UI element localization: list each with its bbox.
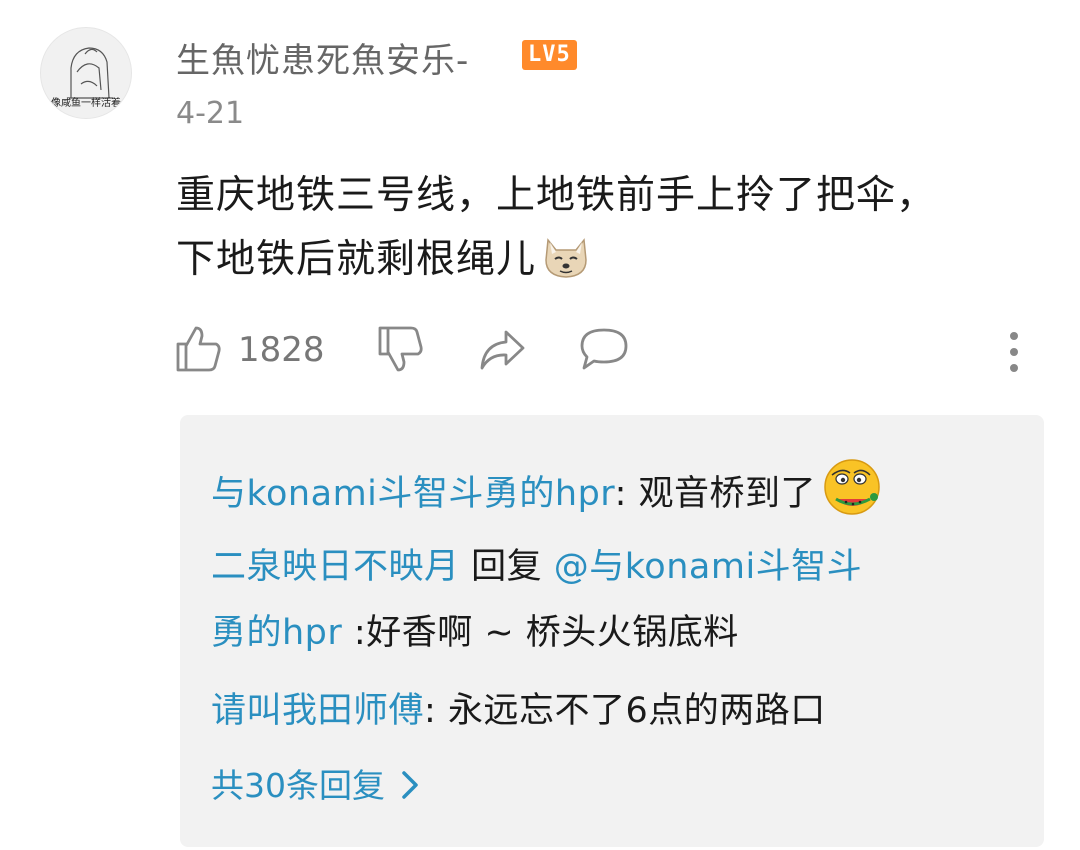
- comment-icon[interactable]: [578, 326, 630, 372]
- watermelon-face-emoji-icon: [824, 459, 880, 515]
- reply-text: 永远忘不了6点的两路口: [447, 691, 826, 731]
- avatar[interactable]: 像咸鱼一样活着: [40, 27, 132, 119]
- chevron-right-icon: [402, 771, 418, 799]
- reply-item[interactable]: 二泉映日不映月 回复 @与konami斗智斗: [211, 537, 862, 597]
- reply-word: 回复: [459, 547, 554, 587]
- reply-item[interactable]: 请叫我田师傅: 永远忘不了6点的两路口: [211, 681, 826, 741]
- thumbs-down-icon[interactable]: [376, 324, 424, 374]
- reply-item[interactable]: 与konami斗智斗勇的hpr: 观音桥到了: [211, 455, 886, 524]
- username[interactable]: 生魚忧患死魚安乐-: [176, 33, 469, 82]
- doge-emoji-icon: [545, 238, 587, 278]
- action-bar: 1828: [0, 320, 1080, 380]
- reply-separator: :: [424, 691, 448, 731]
- replies-panel: 与konami斗智斗勇的hpr: 观音桥到了 二泉映日不映月 回复 @与kona…: [180, 415, 1044, 847]
- more-vertical-icon[interactable]: [1004, 328, 1024, 376]
- like-count: 1828: [238, 330, 325, 370]
- reply-username[interactable]: 与konami斗智斗勇的hpr: [211, 474, 615, 514]
- reply-item-continuation: 勇的hpr :好香啊 ~ 桥头火锅底料: [211, 603, 739, 663]
- comment-text: 重庆地铁三号线，上地铁前手上拎了把伞， 下地铁后就剩根绳儿: [176, 164, 1056, 292]
- more-replies-label: 共30条回复: [211, 766, 385, 805]
- reply-username[interactable]: 二泉映日不映月: [211, 547, 460, 587]
- share-icon[interactable]: [478, 328, 526, 372]
- comment-text-line-2-text: 下地铁后就剩根绳儿: [176, 237, 537, 282]
- view-all-replies-link[interactable]: 共30条回复: [211, 759, 421, 807]
- comment-text-line-2: 下地铁后就剩根绳儿: [176, 228, 1056, 292]
- reply-text: 观音桥到了: [638, 474, 816, 514]
- avatar-caption: 像咸鱼一样活着: [51, 98, 121, 109]
- level-badge: LV5: [522, 40, 577, 70]
- thumbs-up-icon[interactable]: [174, 324, 222, 374]
- reply-username[interactable]: 请叫我田师傅: [211, 691, 424, 731]
- comment-date: 4-21: [176, 96, 245, 131]
- reply-mention-continuation[interactable]: 勇的hpr: [211, 613, 342, 653]
- reply-mention[interactable]: @与konami斗智斗: [554, 547, 862, 587]
- reply-separator: :: [614, 474, 639, 514]
- comment-text-line-1: 重庆地铁三号线，上地铁前手上拎了把伞，: [176, 173, 937, 218]
- reply-text: :好香啊 ~ 桥头火锅底料: [342, 613, 739, 653]
